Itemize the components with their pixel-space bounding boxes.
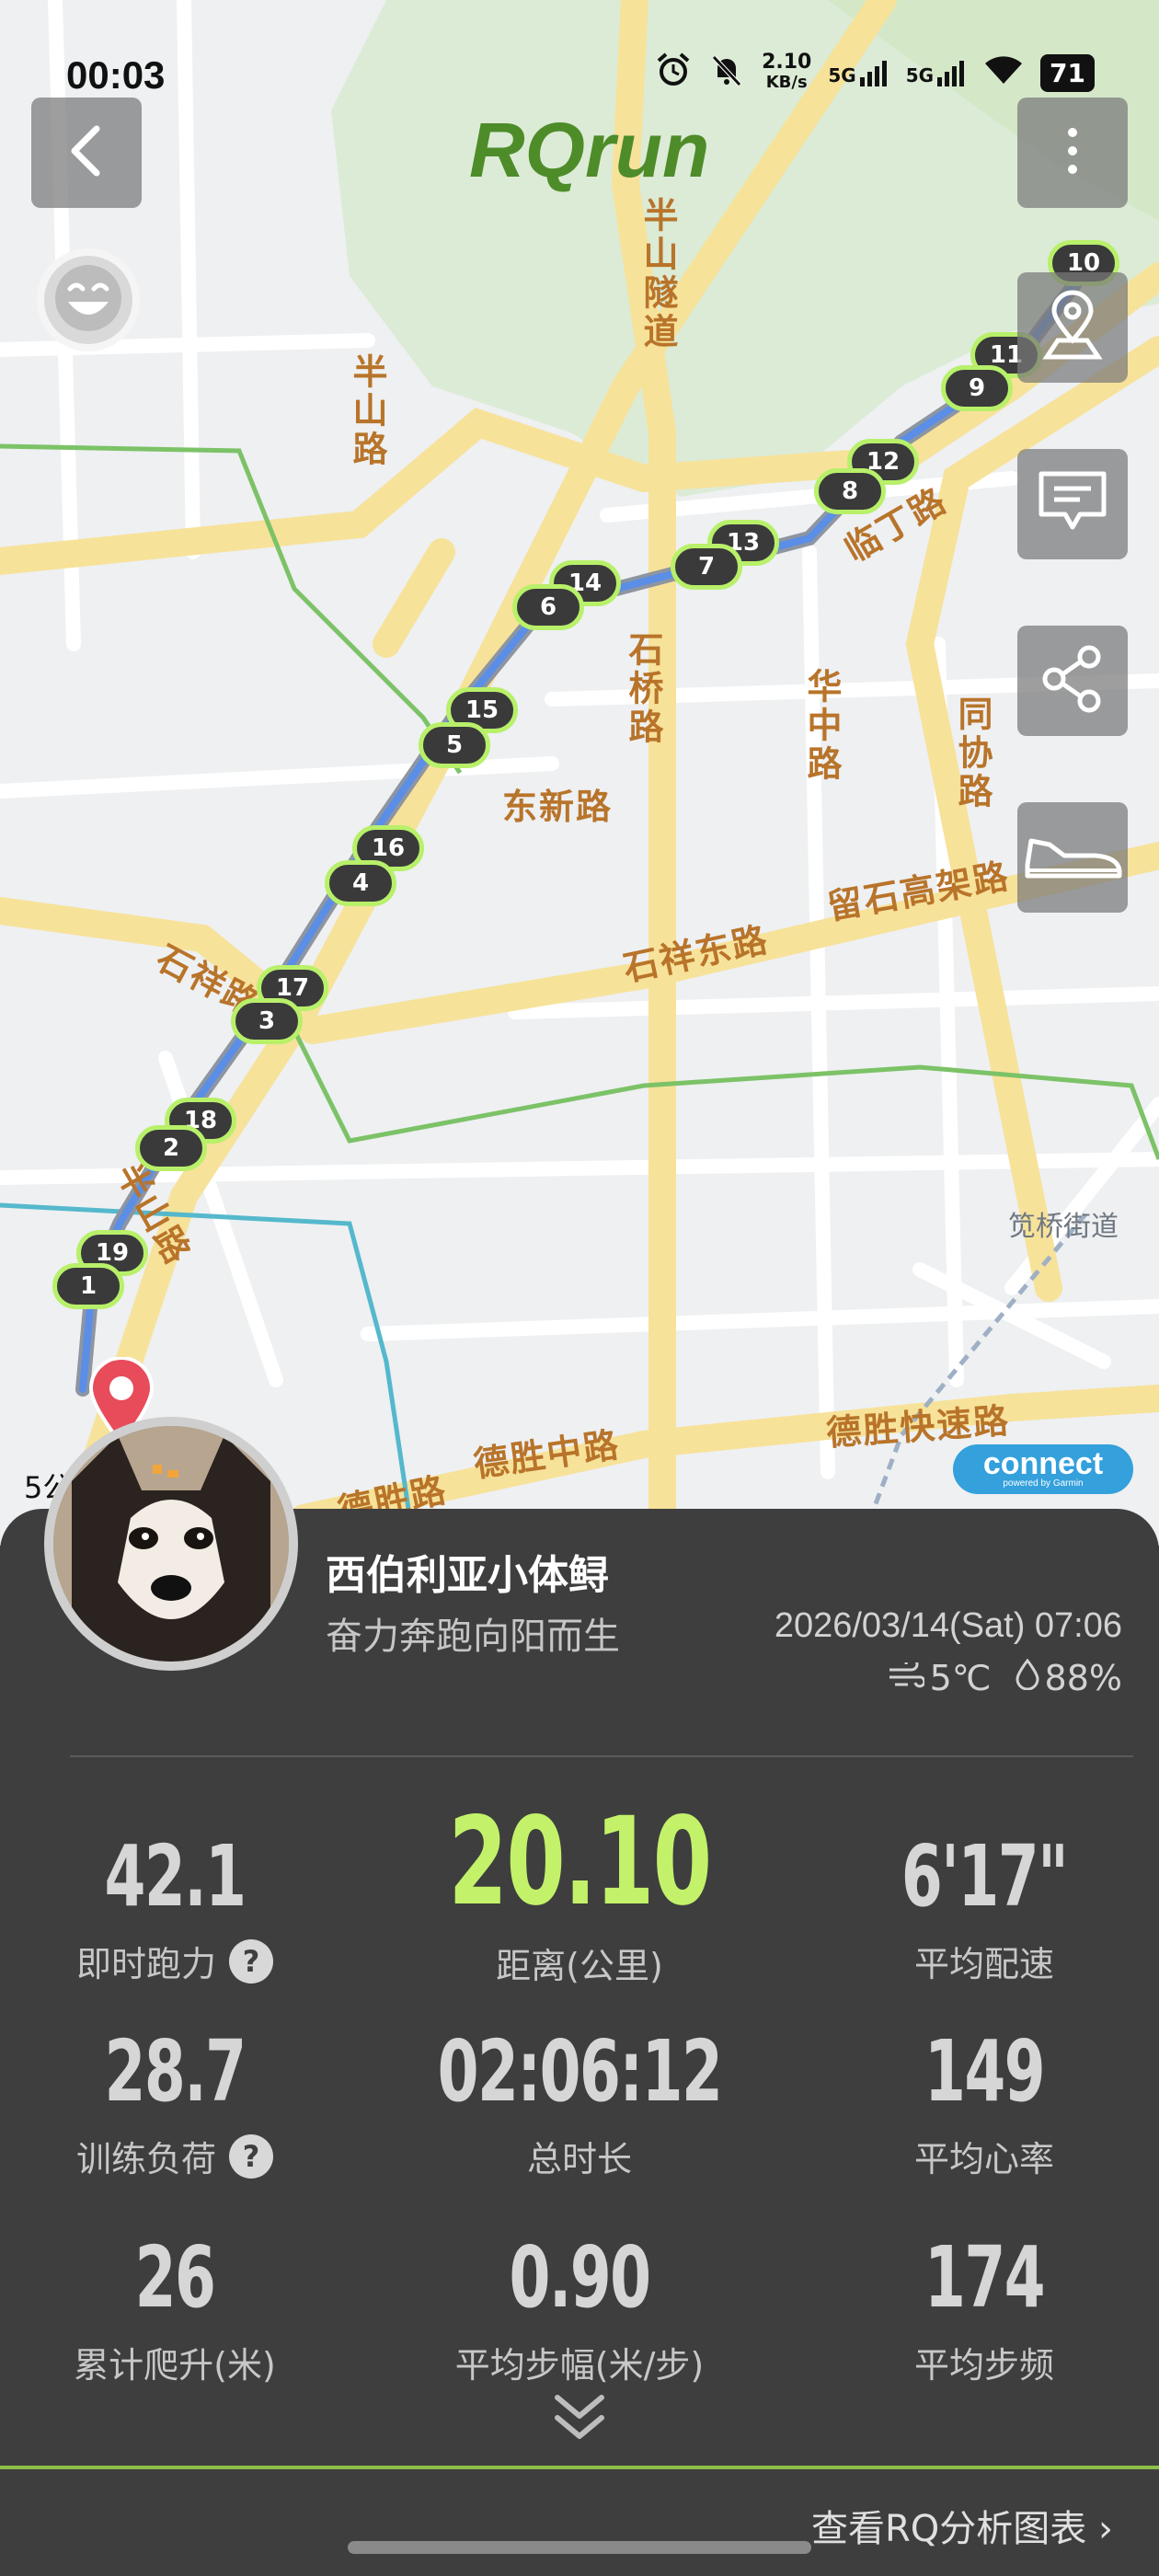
stat-value: 02:06:12 — [437, 2022, 723, 2121]
stat-label: 训练负荷 — [75, 2139, 216, 2179]
stat-running-power: 42.1 即时跑力? — [0, 1831, 359, 1986]
signal-label: 5G — [905, 64, 935, 86]
more-vertical-icon — [1063, 123, 1082, 182]
stat-value: 26 — [134, 2228, 216, 2327]
weather-info: 5℃ 88% — [888, 1657, 1122, 1698]
stat-distance: 20.10 距离(公里) — [396, 1800, 763, 1988]
app-title: RQrun — [469, 107, 710, 193]
more-button[interactable] — [1017, 98, 1128, 208]
road-label: 半山路 — [347, 353, 387, 469]
share-button[interactable] — [1017, 626, 1128, 736]
road-label: 半山隧道 — [637, 197, 678, 351]
signal-icon — [937, 61, 965, 86]
divider — [70, 1755, 1133, 1757]
road-label: 东新路 — [502, 787, 614, 827]
wifi-icon — [983, 54, 1024, 91]
stat-label: 累计爬升(米) — [74, 2345, 276, 2386]
km-marker[interactable]: 8 — [814, 468, 886, 514]
signal-label: 5G — [828, 64, 856, 86]
stat-avg-pace: 6'17" 平均配速 — [800, 1831, 1159, 1986]
km-marker[interactable]: 2 — [135, 1125, 207, 1171]
shoe-icon — [1022, 828, 1123, 887]
share-icon — [1036, 642, 1109, 719]
stat-label: 平均心率 — [913, 2139, 1054, 2179]
alarm-icon — [655, 52, 692, 94]
stat-value: 42.1 — [104, 1827, 247, 1926]
km-marker[interactable]: 5 — [419, 722, 490, 768]
temperature: 5℃ — [929, 1658, 992, 1698]
dog-avatar-image — [53, 1426, 289, 1662]
run-datetime: 2026/03/14(Sat) 07:06 — [774, 1606, 1122, 1645]
humidity-icon — [1016, 1658, 1039, 1698]
net-speed-unit: KB/s — [765, 73, 808, 92]
stat-label: 平均配速 — [913, 1944, 1054, 1984]
signal-icon — [859, 61, 887, 86]
status-time: 00:03 — [66, 53, 166, 97]
location-button[interactable] — [1017, 272, 1128, 383]
mood-button[interactable] — [37, 248, 140, 351]
stat-label: 距离(公里) — [496, 1946, 663, 1986]
comment-icon — [1036, 468, 1109, 540]
expand-chevron-icon[interactable] — [552, 2392, 607, 2447]
view-report-link[interactable]: 查看RQ分析图表 › — [811, 2499, 1113, 2552]
km-marker[interactable]: 9 — [941, 365, 1013, 411]
km-marker[interactable]: 1 — [52, 1263, 124, 1309]
stat-elevation-gain: 26 累计爬升(米) — [0, 2232, 359, 2387]
user-motto: 奋力奔跑向阳而生 — [326, 1616, 620, 1658]
stat-avg-stride: 0.90 平均步幅(米/步) — [396, 2232, 763, 2387]
stat-value: 20.10 — [448, 1791, 712, 1933]
stat-value: 149 — [924, 2022, 1046, 2121]
km-marker[interactable]: 6 — [512, 584, 584, 630]
shoe-button[interactable] — [1017, 802, 1128, 913]
road-label: 同协路 — [952, 696, 993, 811]
accent-divider — [0, 2466, 1159, 2469]
humidity: 88% — [1044, 1658, 1122, 1698]
battery-level: 71 — [1040, 53, 1095, 92]
stat-training-load: 28.7 训练负荷? — [0, 2026, 359, 2181]
garmin-connect-badge: connect powered by Garmin — [953, 1444, 1133, 1494]
stat-label: 平均步频 — [913, 2345, 1054, 2386]
km-marker[interactable]: 4 — [325, 860, 396, 906]
stat-total-time: 02:06:12 总时长 — [396, 2026, 763, 2181]
stat-value: 28.7 — [104, 2022, 247, 2121]
stat-avg-heart-rate: 149 平均心率 — [800, 2026, 1159, 2181]
user-name: 西伯利亚小体鲟 — [326, 1552, 609, 1599]
wind-icon — [888, 1657, 926, 1698]
help-icon[interactable]: ? — [229, 2133, 273, 2179]
avatar[interactable] — [44, 1417, 298, 1671]
home-indicator[interactable] — [348, 2541, 811, 2554]
km-marker[interactable]: 7 — [671, 544, 742, 590]
comment-button[interactable] — [1017, 449, 1128, 559]
stat-value: 0.90 — [509, 2228, 651, 2327]
stat-value: 174 — [924, 2228, 1046, 2327]
stat-label: 平均步幅(米/步) — [454, 2345, 705, 2386]
back-button[interactable] — [31, 98, 142, 208]
road-label: 石桥路 — [623, 631, 663, 747]
smiley-icon — [52, 261, 125, 339]
stat-avg-cadence: 174 平均步频 — [800, 2232, 1159, 2387]
help-icon[interactable]: ? — [229, 1938, 273, 1984]
map-pin-icon — [1036, 289, 1109, 366]
net-speed: 2.10 — [762, 51, 812, 74]
bell-off-icon — [708, 52, 745, 94]
route-map[interactable]: 半山隧道 半山路 临丁路 石桥路 华中路 同协路 东新路 留石高架路 石祥东路 … — [0, 0, 1159, 1546]
place-label: 笕桥街道 — [1008, 1211, 1119, 1243]
km-marker[interactable]: 3 — [231, 998, 303, 1044]
chevron-left-icon — [63, 123, 109, 182]
road-label: 华中路 — [801, 668, 842, 784]
stat-value: 6'17" — [901, 1827, 1069, 1926]
stat-label: 即时跑力 — [75, 1944, 216, 1984]
stat-label: 总时长 — [526, 2139, 632, 2179]
